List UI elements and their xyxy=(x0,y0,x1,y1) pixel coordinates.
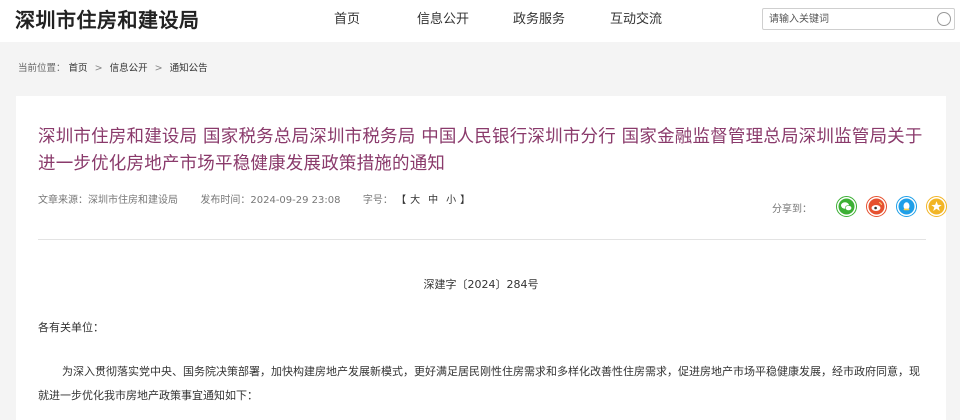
source-label: 文章来源： xyxy=(38,195,88,206)
source-value: 深圳市住房和建设局 xyxy=(88,195,178,206)
breadcrumb-item-notices[interactable]: 通知公告 xyxy=(170,63,208,74)
meta-divider xyxy=(38,239,926,240)
font-size-control: 【大中小】 xyxy=(396,195,470,206)
nav-item-info-disclosure[interactable]: 信息公开 xyxy=(417,11,469,29)
qzone-icon[interactable] xyxy=(926,196,947,217)
site-header: 深圳市住房和建设局 首页 信息公开 政务服务 互动交流 xyxy=(0,0,960,42)
article-title: 深圳市住房和建设局 国家税务总局深圳市税务局 中国人民银行深圳市分行 国家金融监… xyxy=(38,127,923,174)
share-label: 分享到： xyxy=(772,204,812,215)
article-meta: 文章来源：深圳市住房和建设局 发布时间：2024-09-29 23:08 字号：… xyxy=(38,194,470,208)
nav-item-gov-services[interactable]: 政务服务 xyxy=(513,11,565,29)
font-size-large-button[interactable]: 大 xyxy=(410,195,420,206)
font-size-bracket-close: 】 xyxy=(460,195,471,206)
breadcrumb-separator: > xyxy=(154,63,163,74)
publish-time-value: 2024-09-29 23:08 xyxy=(250,195,341,206)
search-box xyxy=(762,8,955,30)
publish-time-label: 发布时间： xyxy=(200,195,251,206)
document-number: 深建字〔2024〕284号 xyxy=(423,278,539,291)
font-size-bracket-open: 【 xyxy=(396,195,407,206)
breadcrumb-item-home[interactable]: 首页 xyxy=(69,63,88,74)
qq-icon[interactable] xyxy=(896,196,917,217)
font-size-medium-button[interactable]: 中 xyxy=(428,195,438,206)
breadcrumb: 当前位置： 首页 > 信息公开 > 通知公告 xyxy=(18,62,208,76)
site-title[interactable]: 深圳市住房和建设局 xyxy=(15,8,200,32)
breadcrumb-prefix: 当前位置： xyxy=(18,63,66,74)
search-input[interactable] xyxy=(769,11,929,27)
breadcrumb-item-info-disclosure[interactable]: 信息公开 xyxy=(110,63,148,74)
body-paragraph: 为深入贯彻落实党中央、国务院决策部署，加快构建房地产发展新模式，更好满足居民刚性… xyxy=(38,365,920,402)
wechat-icon[interactable] xyxy=(836,196,857,217)
weibo-icon[interactable] xyxy=(866,196,887,217)
font-size-label: 字号： xyxy=(362,195,393,206)
nav-item-interaction[interactable]: 互动交流 xyxy=(610,11,662,29)
salutation: 各有关单位： xyxy=(38,321,104,334)
article-panel: 深圳市住房和建设局 国家税务总局深圳市税务局 中国人民银行深圳市分行 国家金融监… xyxy=(16,96,947,420)
breadcrumb-separator: > xyxy=(94,63,103,74)
font-size-small-button[interactable]: 小 xyxy=(446,195,456,206)
nav-item-home[interactable]: 首页 xyxy=(334,11,360,29)
search-icon[interactable] xyxy=(936,11,952,27)
